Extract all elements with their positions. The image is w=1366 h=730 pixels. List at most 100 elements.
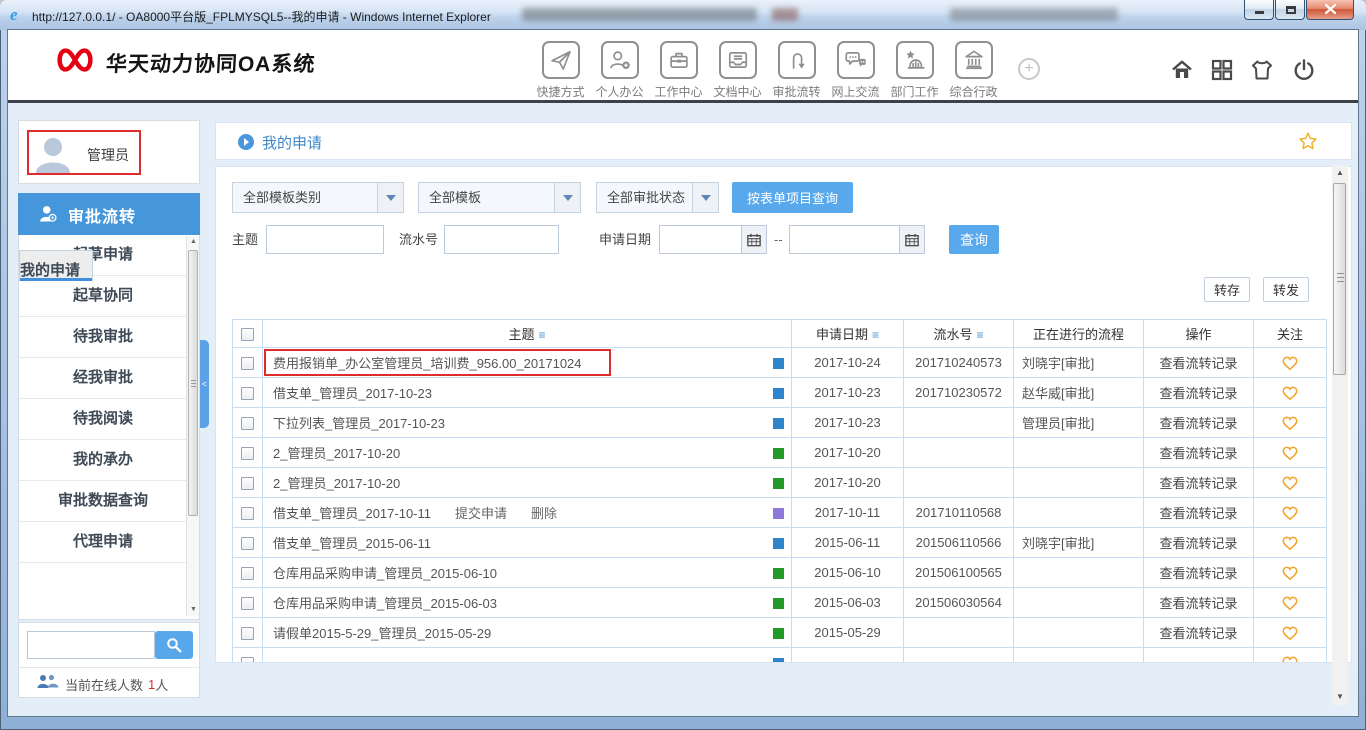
apps-grid-icon[interactable]	[1210, 58, 1234, 82]
col-subject[interactable]: 主题≡	[263, 320, 792, 348]
chevron-down-icon[interactable]	[377, 183, 403, 212]
row-subject[interactable]: 借支单_管理员_2017-10-23	[273, 386, 432, 401]
power-icon[interactable]	[1292, 58, 1316, 82]
follow-heart-icon[interactable]	[1281, 655, 1299, 664]
row-action-link[interactable]: 删除	[531, 506, 557, 521]
sidebar-item-proxy-application[interactable]: 代理申请	[19, 522, 199, 563]
sidebar-item-approval-data-query[interactable]: 审批数据查询	[19, 481, 199, 522]
nav-item-personal-office[interactable]: 个人办公	[591, 41, 648, 100]
row-subject[interactable]: 仓库用品采购申请_管理员_2015-06-03	[273, 596, 497, 611]
row-subject[interactable]: 下拉列表_管理员_2017-10-23	[273, 416, 445, 431]
select-all-checkbox[interactable]	[241, 328, 254, 341]
scrollbar-thumb[interactable]	[188, 250, 198, 516]
sort-icon[interactable]: ≡	[872, 328, 879, 342]
sort-icon[interactable]: ≡	[539, 328, 546, 342]
nav-item-approval-flow[interactable]: 审批流转	[768, 41, 825, 100]
view-record-link[interactable]: 查看流转记录	[1159, 596, 1237, 611]
follow-heart-icon[interactable]	[1281, 565, 1299, 584]
home-icon[interactable]	[1170, 58, 1194, 82]
sidebar-item-pending-my-approval[interactable]: 待我审批	[19, 317, 199, 358]
nav-item-work-center[interactable]: 工作中心	[650, 41, 707, 100]
view-record-link[interactable]: 查看流转记录	[1159, 536, 1237, 551]
view-record-link[interactable]: 查看流转记录	[1159, 416, 1237, 431]
scroll-up-icon[interactable]: ▲	[187, 236, 200, 248]
row-subject[interactable]: 仓库用品采购申请_管理员_2015-06-10	[273, 566, 497, 581]
view-record-link[interactable]: 查看流转记录	[1159, 566, 1237, 581]
nav-item-online-chat[interactable]: 网上交流	[827, 41, 884, 100]
follow-heart-icon[interactable]	[1281, 415, 1299, 434]
row-subject[interactable]: 2_管理员_2017-10-20	[273, 446, 400, 461]
scrollbar-thumb[interactable]	[1333, 183, 1346, 375]
page-scrollbar[interactable]: ▲ ▼	[1332, 165, 1348, 705]
sort-icon[interactable]: ≡	[977, 328, 984, 342]
chevron-down-icon[interactable]	[554, 183, 580, 212]
row-checkbox[interactable]	[241, 387, 254, 400]
sidebar-scrollbar[interactable]: ▲ ▼	[186, 236, 199, 616]
favorite-star-icon[interactable]	[1298, 131, 1318, 156]
sidebar-item-pending-my-reading[interactable]: 待我阅读	[19, 399, 199, 440]
user-search-input[interactable]	[27, 631, 155, 659]
nav-item-department-work[interactable]: 部门工作	[886, 41, 943, 100]
row-checkbox[interactable]	[241, 567, 254, 580]
scroll-up-icon[interactable]: ▲	[1332, 165, 1348, 181]
sidebar-item-my-undertaking[interactable]: 我的承办	[19, 440, 199, 481]
row-checkbox[interactable]	[241, 597, 254, 610]
save-as-button[interactable]: 转存	[1204, 277, 1250, 302]
view-record-link[interactable]: 查看流转记录	[1159, 446, 1237, 461]
row-action-link[interactable]: 提交申请	[455, 506, 507, 521]
scroll-down-icon[interactable]: ▼	[1332, 689, 1348, 705]
serial-input[interactable]	[444, 225, 559, 254]
close-button[interactable]	[1306, 0, 1354, 20]
follow-heart-icon[interactable]	[1281, 595, 1299, 614]
sidebar-item-approved-by-me[interactable]: 经我审批	[19, 358, 199, 399]
follow-heart-icon[interactable]	[1281, 445, 1299, 464]
date-to-input[interactable]	[789, 225, 899, 254]
calendar-icon[interactable]	[741, 225, 767, 254]
row-subject[interactable]: 请假单2015-5-29_管理员_2015-05-29	[273, 626, 491, 641]
row-checkbox[interactable]	[241, 477, 254, 490]
col-date[interactable]: 申请日期≡	[792, 320, 904, 348]
date-from-input[interactable]	[659, 225, 741, 254]
calendar-icon[interactable]	[899, 225, 925, 254]
theme-shirt-icon[interactable]	[1250, 58, 1274, 82]
follow-heart-icon[interactable]	[1281, 385, 1299, 404]
nav-item-document-center[interactable]: 文档中心	[709, 41, 766, 100]
row-checkbox[interactable]	[241, 627, 254, 640]
chevron-down-icon[interactable]	[692, 183, 718, 212]
approval-status-select[interactable]: 全部审批状态	[596, 182, 719, 213]
nav-item-general-admin[interactable]: 综合行政	[945, 41, 1002, 100]
sidebar-section-header[interactable]: 审批流转	[18, 193, 200, 235]
nav-item-shortcut[interactable]: 快捷方式	[532, 41, 589, 100]
follow-heart-icon[interactable]	[1281, 475, 1299, 494]
minimize-button[interactable]	[1244, 0, 1274, 20]
user-search-button[interactable]	[155, 631, 193, 659]
sidebar-item-draft-collaboration[interactable]: 起草协同	[19, 276, 199, 317]
follow-heart-icon[interactable]	[1281, 625, 1299, 644]
form-item-query-button[interactable]: 按表单项目查询	[732, 182, 853, 213]
template-select[interactable]: 全部模板	[418, 182, 581, 213]
title-bar[interactable]: e http://127.0.0.1/ - OA8000平台版_FPLMYSQL…	[0, 0, 1366, 30]
row-checkbox[interactable]	[241, 507, 254, 520]
follow-heart-icon[interactable]	[1281, 535, 1299, 554]
view-record-link[interactable]: 查看流转记录	[1159, 626, 1237, 641]
view-record-link[interactable]: 查看流转记录	[1159, 356, 1237, 371]
row-subject[interactable]: 2_管理员_2017-10-20	[273, 476, 400, 491]
sidebar-collapse-handle[interactable]: <	[200, 340, 209, 428]
row-checkbox[interactable]	[241, 447, 254, 460]
row-checkbox[interactable]	[241, 657, 254, 663]
row-subject[interactable]: 借支单_管理员_2015-06-11	[273, 536, 431, 551]
row-checkbox[interactable]	[241, 537, 254, 550]
query-button[interactable]: 查询	[949, 225, 999, 254]
template-category-select[interactable]: 全部模板类别	[232, 182, 404, 213]
row-checkbox[interactable]	[241, 357, 254, 370]
follow-heart-icon[interactable]	[1281, 355, 1299, 374]
follow-heart-icon[interactable]	[1281, 505, 1299, 524]
view-record-link[interactable]: 查看流转记录	[1159, 476, 1237, 491]
scroll-down-icon[interactable]: ▼	[187, 604, 200, 616]
maximize-button[interactable]	[1275, 0, 1305, 20]
sidebar-item-my-applications[interactable]: 我的申请	[19, 250, 93, 281]
row-checkbox[interactable]	[241, 417, 254, 430]
subject-input[interactable]	[266, 225, 384, 254]
view-record-link[interactable]: 查看流转记录	[1159, 386, 1237, 401]
row-subject[interactable]: 借支单_管理员_2017-10-11	[273, 506, 431, 521]
